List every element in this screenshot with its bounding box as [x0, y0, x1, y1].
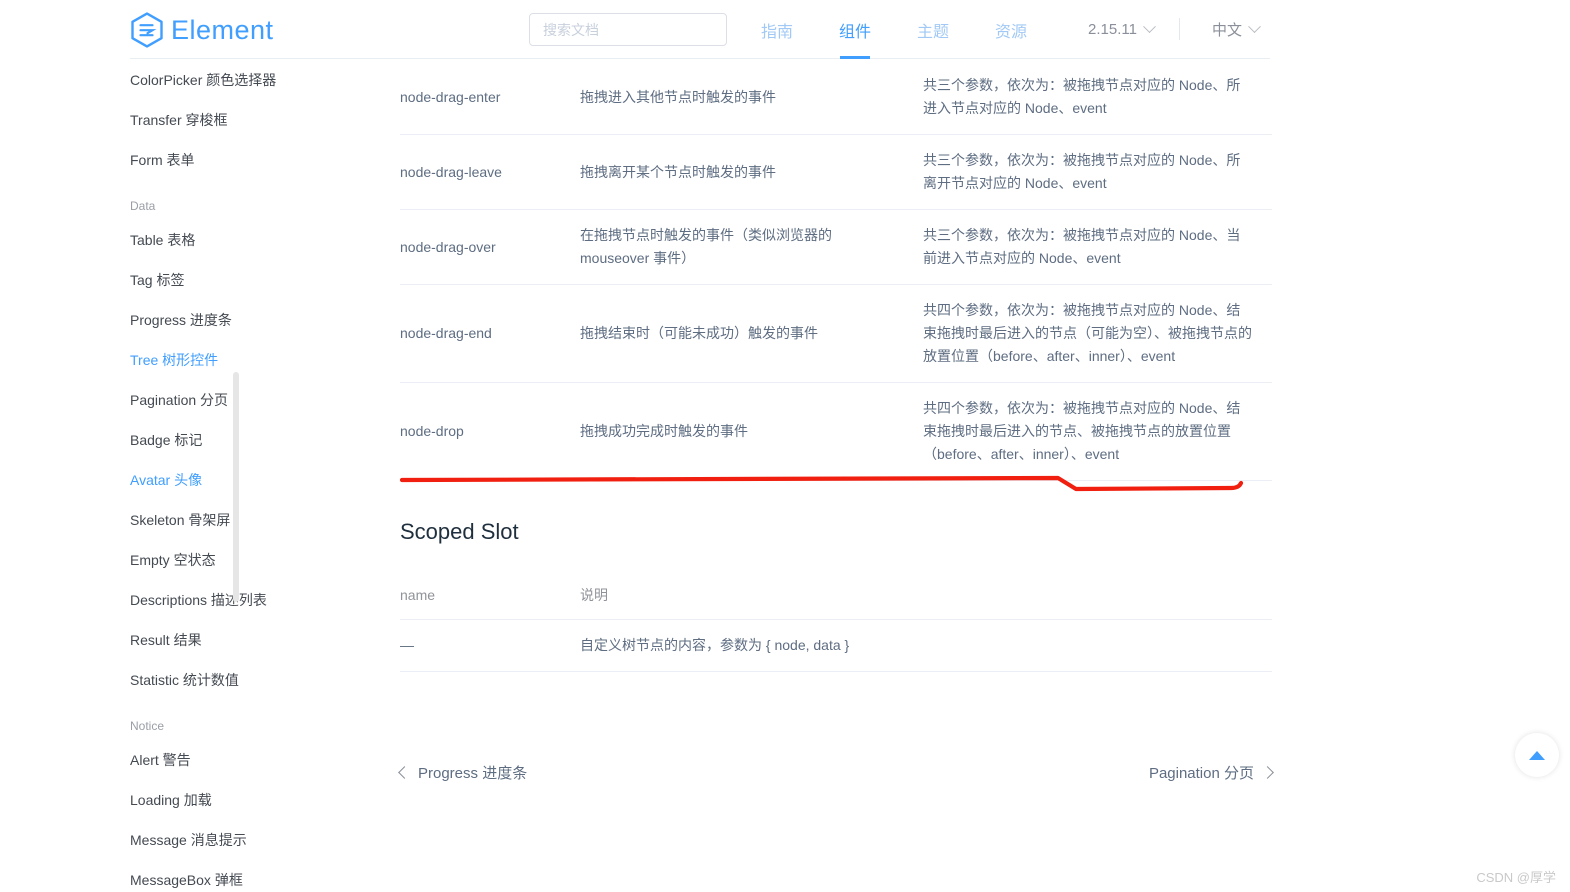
chevron-down-icon [1248, 20, 1261, 34]
search-box[interactable] [529, 13, 727, 46]
sidebar-item-descriptions[interactable]: Descriptions 描述列表 [130, 580, 365, 620]
sidebar-item-statistic[interactable]: Statistic 统计数值 [130, 660, 365, 700]
sidebar-group-notice: Notice [130, 719, 165, 733]
sidebar-item-pagination[interactable]: Pagination 分页 [130, 380, 365, 420]
column-header-desc: 说明 [580, 571, 1272, 621]
event-params: 共三个参数，依次为：被拖拽节点对应的 Node、所离开节点对应的 Node、ev… [923, 134, 1272, 210]
sidebar-item-table[interactable]: Table 表格 [130, 220, 365, 260]
event-name: node-drag-end [400, 284, 580, 383]
site-header: Element 指南 组件 主题 资源 [0, 0, 1570, 59]
event-name: node-drag-over [400, 209, 580, 285]
triangle-up-icon [1529, 750, 1545, 760]
event-desc: 拖拽进入其他节点时触发的事件 [580, 60, 923, 135]
back-to-top-button[interactable] [1515, 733, 1559, 777]
nav-item-theme[interactable]: 主题 [894, 0, 972, 59]
sidebar-item-loading[interactable]: Loading 加载 [130, 780, 365, 820]
page-navigation: Progress 进度条 Pagination 分页 [398, 762, 1274, 790]
header-divider [1179, 18, 1180, 40]
event-params: 共四个参数，依次为：被拖拽节点对应的 Node、结束拖拽时最后进入的节点（可能为… [923, 284, 1272, 383]
header-inner: Element 指南 组件 主题 资源 [130, 0, 1270, 59]
sidebar-item-badge[interactable]: Badge 标记 [130, 420, 365, 460]
event-name: node-drop [400, 382, 580, 481]
sidebar-scrollbar[interactable] [233, 372, 239, 602]
chevron-left-icon [398, 766, 411, 779]
version-label: 2.15.11 [1088, 21, 1137, 38]
element-hexagon-logo-icon [130, 12, 164, 48]
sidebar-item-colorpicker[interactable]: ColorPicker 颜色选择器 [130, 60, 365, 100]
nav-item-theme-label: 主题 [917, 23, 950, 41]
site-logo[interactable]: Element [130, 12, 274, 48]
slot-name: — [400, 619, 580, 673]
page-root: Element 指南 组件 主题 资源 [0, 0, 1570, 892]
search-input[interactable] [541, 20, 715, 39]
nav-item-guide[interactable]: 指南 [738, 0, 816, 59]
scoped-slot-table: name 说明 — 自定义树节点的内容，参数为 { node, data } [400, 571, 1272, 673]
column-header-name: name [400, 571, 580, 621]
version-selector[interactable]: 2.15.11 [1088, 0, 1156, 59]
sidebar-item-skeleton[interactable]: Skeleton 骨架屏 [130, 500, 365, 540]
next-page-label: Pagination 分页 [1148, 765, 1254, 782]
table-row: node-drag-leave 拖拽离开某个节点时触发的事件 共三个参数，依次为… [400, 134, 1272, 210]
sidebar-item-message[interactable]: Message 消息提示 [130, 820, 365, 860]
table-row: — 自定义树节点的内容，参数为 { node, data } [400, 619, 1272, 673]
sidebar-item-transfer[interactable]: Transfer 穿梭框 [130, 100, 365, 140]
language-label: 中文 [1212, 22, 1243, 39]
sidebar-item-alert[interactable]: Alert 警告 [130, 740, 365, 780]
nav-item-components-label: 组件 [839, 23, 872, 41]
event-name: node-drag-leave [400, 134, 580, 210]
sidebar-item-empty[interactable]: Empty 空状态 [130, 540, 365, 580]
event-name: node-drag-enter [400, 60, 580, 135]
table-row: node-drop 拖拽成功完成时触发的事件 共四个参数，依次为：被拖拽节点对应… [400, 382, 1272, 481]
nav-item-guide-label: 指南 [761, 23, 794, 41]
sidebar-item-avatar[interactable]: Avatar 头像 [130, 460, 365, 500]
event-params: 共三个参数，依次为：被拖拽节点对应的 Node、当前进入节点对应的 Node、e… [923, 209, 1272, 285]
chevron-right-icon [1261, 766, 1274, 779]
event-params: 共四个参数，依次为：被拖拽节点对应的 Node、结束拖拽时最后进入的节点、被拖拽… [923, 382, 1272, 481]
event-desc: 拖拽结束时（可能未成功）触发的事件 [580, 284, 923, 383]
sidebar-group-data: Data [130, 199, 156, 213]
main-content: node-drag-enter 拖拽进入其他节点时触发的事件 共三个参数，依次为… [400, 60, 1272, 673]
event-desc: 拖拽离开某个节点时触发的事件 [580, 134, 923, 210]
event-params: 共三个参数，依次为：被拖拽节点对应的 Node、所进入节点对应的 Node、ev… [923, 60, 1272, 135]
event-desc: 拖拽成功完成时触发的事件 [580, 382, 923, 481]
page-title-scoped-slot: Scoped Slot [400, 519, 519, 544]
nav-item-components[interactable]: 组件 [816, 0, 894, 59]
table-row: node-drag-end 拖拽结束时（可能未成功）触发的事件 共四个参数，依次… [400, 284, 1272, 383]
watermark: CSDN @厚学 [1476, 870, 1556, 885]
events-table: node-drag-enter 拖拽进入其他节点时触发的事件 共三个参数，依次为… [400, 60, 1272, 481]
next-page-link[interactable]: Pagination 分页 [1148, 762, 1274, 783]
sidebar[interactable]: ColorPicker 颜色选择器 Transfer 穿梭框 Form 表单 D… [130, 60, 365, 892]
event-desc: 在拖拽节点时触发的事件（类似浏览器的 mouseover 事件） [580, 209, 923, 285]
slot-desc: 自定义树节点的内容，参数为 { node, data } [580, 619, 1272, 673]
sidebar-item-tree[interactable]: Tree 树形控件 [130, 340, 365, 380]
table-header-row: name 说明 [400, 571, 1272, 621]
prev-page-label: Progress 进度条 [418, 765, 528, 782]
sidebar-item-tag[interactable]: Tag 标签 [130, 260, 365, 300]
sidebar-item-result[interactable]: Result 结果 [130, 620, 365, 660]
chevron-down-icon [1143, 20, 1156, 34]
prev-page-link[interactable]: Progress 进度条 [398, 762, 528, 783]
table-row: node-drag-enter 拖拽进入其他节点时触发的事件 共三个参数，依次为… [400, 60, 1272, 135]
nav-item-resource-label: 资源 [995, 23, 1028, 41]
table-row: node-drag-over 在拖拽节点时触发的事件（类似浏览器的 mouseo… [400, 209, 1272, 285]
sidebar-item-progress[interactable]: Progress 进度条 [130, 300, 365, 340]
nav-item-resource[interactable]: 资源 [972, 0, 1050, 59]
sidebar-item-form[interactable]: Form 表单 [130, 140, 365, 180]
main-nav: 指南 组件 主题 资源 [738, 0, 1050, 59]
language-selector[interactable]: 中文 [1212, 0, 1261, 59]
sidebar-item-messagebox[interactable]: MessageBox 弹框 [130, 860, 365, 892]
logo-text: Element [171, 14, 274, 45]
